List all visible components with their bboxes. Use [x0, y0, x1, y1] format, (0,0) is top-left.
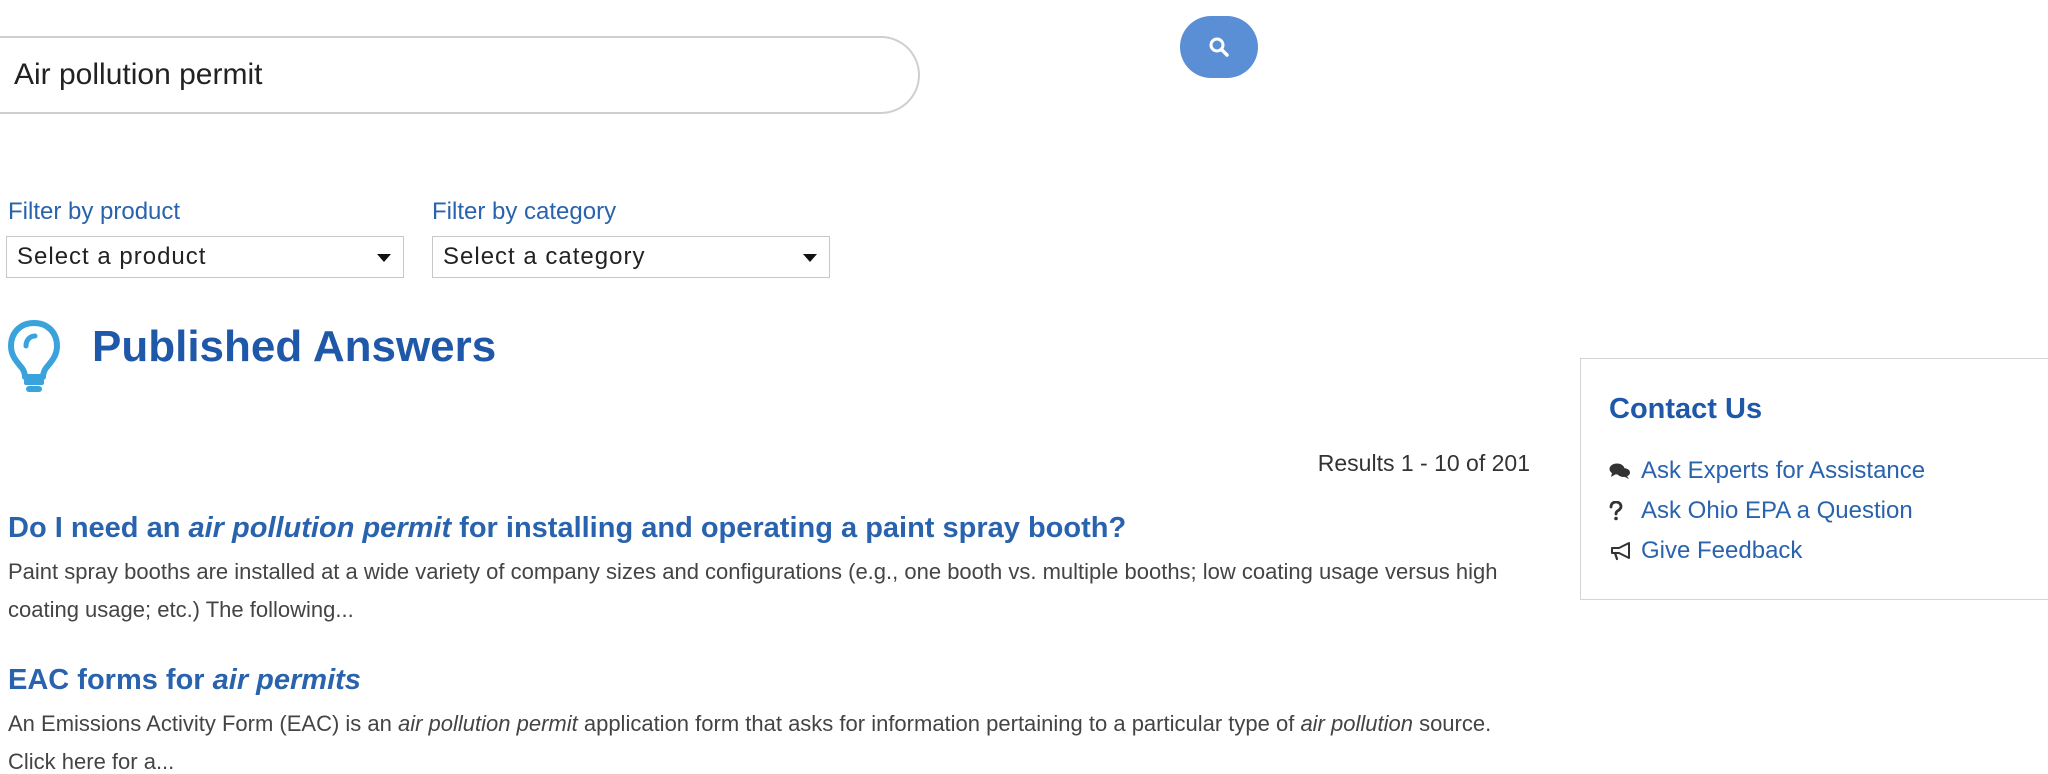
category-select[interactable]: Select a category [432, 236, 830, 278]
result-title-link[interactable]: Do I need an air pollution permit for in… [8, 512, 1528, 545]
result-title-text: for installing and operating a paint spr… [451, 512, 1127, 544]
chevron-down-icon [803, 254, 817, 262]
contact-item-ask-experts: Ask Experts for Assistance [1609, 451, 1925, 491]
megaphone-icon [1609, 541, 1641, 561]
search-button[interactable] [1180, 16, 1258, 78]
ask-experts-link[interactable]: Ask Experts for Assistance [1641, 457, 1925, 485]
product-select-value: Select a product [17, 243, 207, 270]
result-item: EAC forms for air permits An Emissions A… [8, 664, 1528, 774]
page: Filter by product Select a product Filte… [0, 0, 2048, 774]
result-summary-highlight: air pollution permit [397, 711, 578, 736]
filter-product-label: Filter by product [8, 198, 181, 225]
ask-question-link[interactable]: Ask Ohio EPA a Question [1641, 497, 1913, 525]
result-summary: An Emissions Activity Form (EAC) is an a… [8, 705, 1528, 774]
chat-bubbles-icon [1609, 462, 1641, 480]
result-title-highlight: air permits [212, 664, 361, 696]
result-title-link[interactable]: EAC forms for air permits [8, 664, 1528, 697]
result-title-text: Do I need an [8, 512, 189, 544]
product-select[interactable]: Select a product [6, 236, 404, 278]
result-summary-text: An Emissions Activity Form (EAC) is an [8, 711, 398, 736]
contact-title: Contact Us [1609, 393, 1763, 425]
contact-panel: Contact Us Ask Experts for Assistance As… [1580, 358, 2048, 600]
results-count: Results 1 - 10 of 201 [1317, 450, 1530, 476]
page-title: Published Answers [92, 322, 497, 371]
contact-item-ask-question: Ask Ohio EPA a Question [1609, 491, 1925, 531]
chevron-down-icon [377, 254, 391, 262]
result-title-highlight: air pollution permit [188, 512, 452, 544]
result-item: Do I need an air pollution permit for in… [8, 512, 1528, 629]
search-input[interactable] [0, 36, 920, 114]
filter-category-label: Filter by category [432, 198, 617, 225]
result-summary-text: application form that asks for informati… [577, 711, 1301, 736]
search-icon [1209, 37, 1229, 57]
contact-list: Ask Experts for Assistance Ask Ohio EPA … [1609, 451, 1925, 571]
contact-item-feedback: Give Feedback [1609, 531, 1925, 571]
result-summary: Paint spray booths are installed at a wi… [8, 553, 1528, 629]
category-select-value: Select a category [443, 243, 646, 270]
result-summary-highlight: air pollution [1300, 711, 1413, 736]
result-summary-text: Paint spray booths are installed at a wi… [8, 559, 1498, 622]
question-mark-icon [1609, 501, 1641, 521]
lightbulb-icon [8, 320, 60, 392]
give-feedback-link[interactable]: Give Feedback [1641, 537, 1802, 565]
result-title-text: EAC forms for [8, 664, 213, 696]
